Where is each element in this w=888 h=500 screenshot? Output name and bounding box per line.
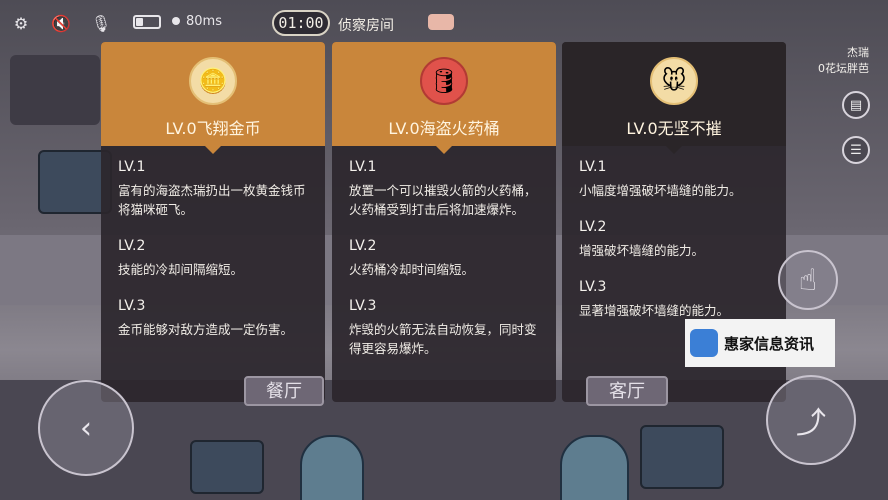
scene-machine	[640, 425, 724, 489]
room-plaque-dining: 餐厅	[244, 376, 324, 406]
list-icon[interactable]: ☰	[842, 136, 870, 164]
level-description: 金币能够对敌方造成一定伤害。	[118, 322, 294, 337]
skill-header: 🪙 LV.0飞翔金币	[101, 42, 325, 146]
battery-fill	[136, 18, 143, 26]
watermark-text: 惠家信息资讯	[724, 334, 815, 353]
skill-levels: LV.1 富有的海盗杰瑞扔出一枚黄金钱币将猫咪砸飞。 LV.2 技能的冷却间隔缩…	[118, 158, 311, 357]
room-name: 侦察房间	[338, 18, 394, 34]
level-label: LV.1	[349, 159, 377, 175]
level-label: LV.2	[579, 219, 607, 235]
skill-header: 🐭 LV.0无坚不摧	[562, 42, 786, 146]
level-description: 放置一个可以摧毁火箭的火药桶，火药桶受到打击后将加速爆炸。	[349, 183, 537, 217]
watermark-logo	[690, 329, 718, 357]
mic-muted-icon[interactable]: 🎙	[90, 12, 112, 34]
ping-indicator: 80ms	[172, 14, 222, 29]
header-pointer	[436, 146, 452, 154]
level-label: LV.1	[118, 159, 146, 175]
chat-icon[interactable]: ▤	[842, 91, 870, 119]
scene-door	[300, 435, 364, 500]
player-name: 杰瑞 0花坛胖芭	[818, 46, 869, 75]
level-label: LV.2	[118, 238, 146, 254]
room-plaque-living: 客厅	[586, 376, 668, 406]
level-description: 炸毁的火箭无法自动恢复，同时变得更容易爆炸。	[349, 322, 537, 356]
skill-panel-1: 🪙 LV.0飞翔金币 LV.1 富有的海盗杰瑞扔出一枚黄金钱币将猫咪砸飞。 LV…	[101, 42, 325, 402]
left-arrow-icon[interactable]: ‹	[38, 380, 134, 476]
flying-coin-icon: 🪙	[189, 57, 237, 105]
cake-icon	[428, 14, 454, 30]
gunpowder-barrel-icon: 🛢	[420, 57, 468, 105]
scene-machine	[190, 440, 264, 494]
watermark: 惠家信息资讯	[685, 319, 835, 367]
level-label: LV.3	[118, 298, 146, 314]
battery-indicator	[133, 15, 161, 29]
skill-title: LV.0海盗火药桶	[388, 119, 500, 138]
mouse-upgrade-icon: 🐭	[650, 57, 698, 105]
level-description: 小幅度增强破坏墙缝的能力。	[579, 183, 742, 198]
top-bar: ⚙ 🔇 🎙 80ms 01:00 侦察房间	[0, 0, 888, 46]
skill-levels: LV.1 小幅度增强破坏墙缝的能力。 LV.2 增强破坏墙缝的能力。 LV.3 …	[579, 158, 772, 338]
gear-icon[interactable]: ⚙	[10, 12, 32, 34]
level-description: 技能的冷却间隔缩短。	[118, 262, 244, 277]
level-description: 富有的海盗杰瑞扔出一枚黄金钱币将猫咪砸飞。	[118, 183, 306, 217]
level-label: LV.1	[579, 159, 607, 175]
level-label: LV.2	[349, 238, 377, 254]
skill-title: LV.0无坚不摧	[626, 119, 722, 138]
jump-icon[interactable]: ⤴	[766, 375, 856, 465]
level-description: 火药桶冷却时间缩短。	[349, 262, 475, 277]
level-description: 显著增强破坏墙缝的能力。	[579, 303, 730, 318]
hand-icon[interactable]: ☝	[778, 250, 838, 310]
header-pointer	[666, 146, 682, 154]
level-description: 增强破坏墙缝的能力。	[579, 243, 705, 258]
skill-panel-2: 🛢 LV.0海盗火药桶 LV.1 放置一个可以摧毁火箭的火药桶，火药桶受到打击后…	[332, 42, 556, 402]
skill-title: LV.0飞翔金币	[165, 119, 261, 138]
skill-header: 🛢 LV.0海盗火药桶	[332, 42, 556, 146]
level-label: LV.3	[579, 279, 607, 295]
ping-value: 80ms	[186, 14, 222, 29]
shelf	[10, 55, 100, 125]
scene-door	[560, 435, 629, 500]
speaker-muted-icon[interactable]: 🔇	[50, 12, 72, 34]
skill-levels: LV.1 放置一个可以摧毁火箭的火药桶，火药桶受到打击后将加速爆炸。 LV.2 …	[349, 158, 542, 376]
header-pointer	[205, 146, 221, 154]
level-label: LV.3	[349, 298, 377, 314]
match-timer: 01:00	[272, 10, 330, 36]
